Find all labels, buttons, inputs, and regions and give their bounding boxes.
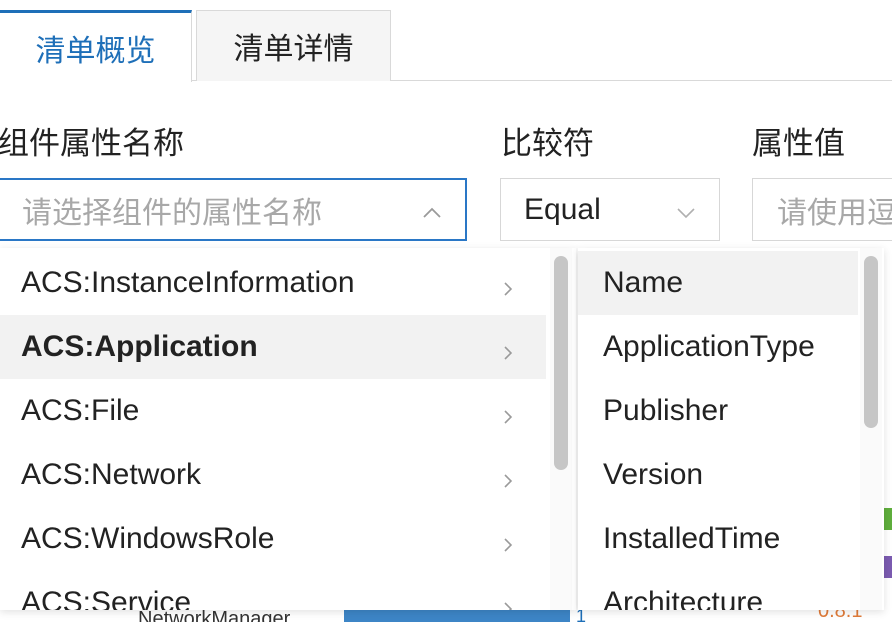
attribute-item-installed-time[interactable]: InstalledTime — [578, 507, 858, 571]
scrollbar-thumb[interactable] — [554, 256, 568, 470]
category-item-windows-role[interactable]: ACS:WindowsRole — [0, 507, 546, 571]
attribute-item-architecture[interactable]: Architecture — [578, 571, 858, 610]
category-item-file[interactable]: ACS:File — [0, 379, 546, 443]
category-menu: ACS:InstanceInformation ACS:Application … — [0, 248, 576, 610]
category-item-service[interactable]: ACS:Service — [0, 571, 546, 610]
scrollbar-thumb[interactable] — [864, 256, 878, 428]
category-item-label: ACS:Network — [21, 458, 202, 491]
category-item-label: ACS:InstanceInformation — [21, 266, 355, 299]
chevron-right-icon — [498, 529, 518, 552]
tab-inventory-overview[interactable]: 清单概览 — [0, 10, 192, 82]
attribute-cascader-dropdown: ACS:InstanceInformation ACS:Application … — [0, 248, 892, 610]
tab-inventory-details[interactable]: 清单详情 — [196, 10, 391, 81]
attribute-item-publisher[interactable]: Publisher — [578, 379, 858, 443]
chevron-right-icon — [498, 273, 518, 296]
chevron-down-icon — [675, 197, 697, 219]
attribute-item-version[interactable]: Version — [578, 443, 858, 507]
category-item-instance-information[interactable]: ACS:InstanceInformation — [0, 251, 546, 315]
chevron-right-icon — [498, 465, 518, 488]
attribute-value-label: 属性值 — [752, 126, 845, 162]
operator-label: 比较符 — [501, 126, 594, 162]
category-item-label: ACS:Application — [21, 330, 258, 363]
operator-value: Equal — [524, 192, 601, 226]
attribute-menu-scrollbar[interactable] — [860, 248, 882, 610]
category-item-network[interactable]: ACS:Network — [0, 443, 546, 507]
chevron-right-icon — [498, 593, 518, 610]
chevron-right-icon — [498, 401, 518, 424]
category-menu-scrollbar[interactable] — [550, 248, 572, 610]
category-item-label: ACS:File — [21, 394, 140, 427]
attribute-name-placeholder: 请选择组件的属性名称 — [22, 195, 322, 231]
attribute-value-input[interactable]: 请使用逗 — [752, 178, 892, 241]
tab-bar: 清单概览 清单详情 — [0, 0, 892, 82]
attribute-item-name[interactable]: Name — [578, 251, 858, 315]
attribute-value-placeholder: 请使用逗 — [777, 195, 892, 231]
attribute-menu: Name ApplicationType Publisher Version I… — [578, 248, 884, 610]
table-cell-name: NetworkManager — [138, 608, 291, 622]
category-item-application[interactable]: ACS:Application — [0, 315, 546, 379]
table-progress-bar — [344, 608, 570, 622]
attribute-name-select[interactable]: 请选择组件的属性名称 — [0, 178, 467, 241]
attribute-item-application-type[interactable]: ApplicationType — [578, 315, 858, 379]
category-item-label: ACS:WindowsRole — [21, 522, 275, 555]
chevron-up-icon — [421, 198, 443, 220]
chevron-right-icon — [498, 337, 518, 360]
category-item-label: ACS:Service — [21, 586, 192, 610]
operator-select[interactable]: Equal — [500, 178, 720, 241]
attribute-name-label: 组件属性名称 — [0, 126, 184, 162]
